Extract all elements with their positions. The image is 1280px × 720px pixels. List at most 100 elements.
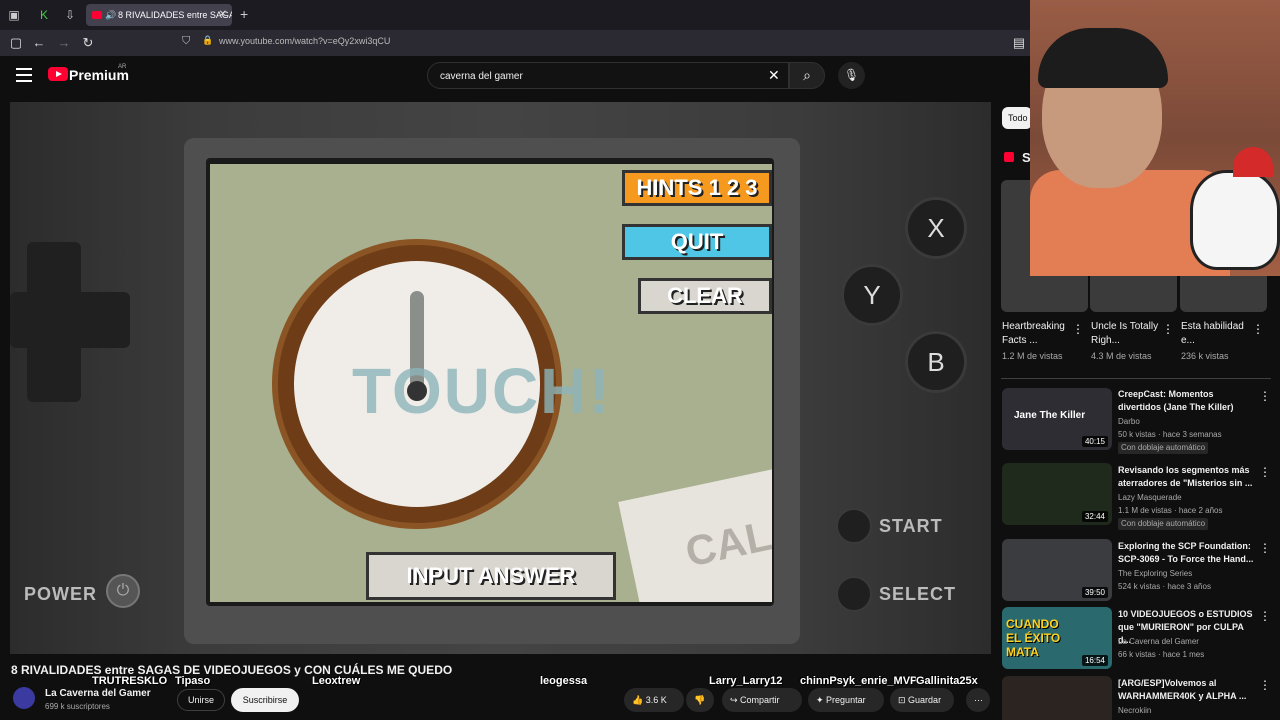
video-duration: 32:44 (1081, 511, 1108, 522)
ask-button[interactable]: ✦ Preguntar (808, 688, 884, 712)
channel-name[interactable]: Lazy Masquerade (1118, 492, 1182, 503)
speaker-icon[interactable]: 🔊 (105, 4, 116, 26)
video-title: 8 RIVALIDADES entre SAGAS DE VIDEOJUEGOS… (11, 663, 453, 677)
more-vert-icon[interactable]: ⋮ (1259, 541, 1271, 555)
y-button: Y (841, 264, 903, 326)
new-tab-button[interactable]: + (240, 6, 248, 22)
shield-icon[interactable]: ⛉ (182, 35, 190, 48)
lock-icon[interactable]: 🔒 (202, 35, 213, 46)
video-thumbnail[interactable]: 32:44 (1002, 463, 1112, 525)
tab-list-icon[interactable]: ▣ (6, 7, 22, 23)
search-icon: ⌕ (803, 67, 811, 83)
clear-button: CLEAR (638, 278, 772, 314)
more-vert-icon[interactable]: ⋮ (1162, 322, 1174, 336)
video-thumbnail[interactable]: 39:50 (1002, 539, 1112, 601)
touch-prompt: TOUCH! (352, 355, 612, 427)
region-code: AR (118, 64, 127, 70)
youtube-logo-icon[interactable] (48, 67, 68, 81)
video-duration: 39:50 (1081, 587, 1108, 598)
sidebar-toggle-icon[interactable]: ▢ (7, 34, 25, 52)
short-title[interactable]: Esta habilidad e... (1181, 320, 1253, 348)
memo-paper: CAL (618, 468, 772, 602)
ask-label: Preguntar (826, 695, 866, 705)
video-meta: 1.1 M de vistas · hace 2 años (1118, 506, 1223, 515)
video-thumbnail[interactable]: CUANDO EL ÉXITO MATA 16:54 (1002, 607, 1112, 669)
download-icon[interactable]: ⇩ (62, 7, 78, 23)
cat-mascot (1190, 147, 1280, 270)
hints-button: HINTS 1 2 3 (622, 170, 772, 206)
close-tab-icon[interactable]: ✕ (219, 4, 227, 26)
sparkle-icon: ✦ (816, 695, 827, 705)
video-thumbnail[interactable] (1002, 676, 1112, 720)
youtube-favicon-icon (92, 11, 102, 19)
short-views: 4.3 M de vistas (1091, 351, 1152, 361)
santa-hat (1233, 147, 1273, 177)
save-button[interactable]: ⊡ Guardar (890, 688, 954, 712)
channel-name[interactable]: The Exploring Series (1118, 568, 1192, 579)
subscribe-button[interactable]: Suscribirse (231, 688, 299, 712)
clear-search-icon[interactable]: ✕ (768, 67, 780, 84)
video-title-link[interactable]: Exploring the SCP Foundation: SCP-3069 -… (1118, 540, 1254, 566)
video-title-link[interactable]: [ARG/ESP]Volvemos al WARHAMMER40K y ALPH… (1118, 677, 1254, 703)
more-vert-icon[interactable]: ⋮ (1252, 322, 1264, 336)
channel-name[interactable]: La Caverna del Gamer (1118, 636, 1199, 647)
active-tab[interactable]: 🔊 8 RIVALIDADES entre SAGAS ✕ (86, 4, 232, 26)
thumbnail-text: CUANDO EL ÉXITO MATA (1006, 617, 1061, 659)
channel-name[interactable]: Necrokiin (1118, 705, 1151, 716)
forward-button[interactable]: → (55, 34, 73, 52)
input-answer-button: INPUT ANSWER (366, 552, 616, 600)
thumbs-up-icon: 👍 (632, 695, 646, 705)
join-button[interactable]: Unirse (177, 689, 225, 711)
overlay-username: Gallinita25x (916, 675, 978, 687)
more-vert-icon[interactable]: ⋮ (1259, 678, 1271, 692)
thumbs-down-icon: 👎 (694, 695, 706, 705)
reader-view-icon[interactable]: ▤ (1010, 34, 1028, 52)
video-meta: 524 k vistas · hace 3 años (1118, 582, 1211, 591)
overlay-username: chinnPsyk_enrie_MVP (800, 675, 918, 687)
select-button (836, 576, 872, 612)
more-actions-button[interactable]: ⋯ (966, 688, 990, 712)
more-vert-icon[interactable]: ⋮ (1259, 389, 1271, 403)
video-player[interactable]: TOUCH! HINTS 1 2 3 QUIT CLEAR CAL INPUT … (10, 102, 991, 654)
video-duration: 16:54 (1081, 655, 1108, 666)
like-button[interactable]: 👍 3.6 K (624, 688, 684, 712)
video-thumbnail[interactable]: Jane The Killer 40:15 (1002, 388, 1112, 450)
overlay-username: TRUTRESKLO (92, 675, 168, 687)
channel-avatar[interactable] (13, 687, 35, 709)
share-button[interactable]: ↪ Compartir (722, 688, 802, 712)
short-views: 1.2 M de vistas (1002, 351, 1063, 361)
video-meta: 66 k vistas · hace 1 mes (1118, 650, 1205, 659)
save-label: Guardar (908, 695, 942, 705)
select-label: SELECT (879, 584, 957, 604)
back-button[interactable]: ← (30, 34, 48, 52)
video-title-link[interactable]: Revisando los segmentos más aterradores … (1118, 464, 1254, 490)
more-vert-icon[interactable]: ⋮ (1259, 465, 1271, 479)
more-vert-icon[interactable]: ⋮ (1072, 322, 1084, 336)
search-input[interactable] (440, 68, 740, 84)
thumbnail-text: Jane The Killer (1014, 410, 1086, 421)
more-vert-icon[interactable]: ⋮ (1259, 609, 1271, 623)
auto-dub-badge: Con doblaje automático (1118, 518, 1209, 530)
dislike-button[interactable]: 👎 (686, 688, 714, 712)
hamburger-menu-icon[interactable] (16, 68, 32, 82)
power-icon: ⏻ (106, 574, 140, 608)
short-title[interactable]: Heartbreaking Facts ... (1002, 320, 1074, 348)
game-screen: TOUCH! HINTS 1 2 3 QUIT CLEAR CAL INPUT … (210, 164, 772, 602)
search-button[interactable]: ⌕ (789, 62, 825, 89)
shorts-icon (1004, 152, 1014, 162)
reload-button[interactable]: ↻ (79, 34, 97, 52)
short-title[interactable]: Uncle Is Totally Righ... (1091, 320, 1163, 348)
voice-search-button[interactable]: 🎙 (838, 62, 865, 89)
x-button: X (905, 197, 967, 259)
overlay-username: leogessa (540, 675, 588, 687)
video-title-link[interactable]: CreepCast: Momentos divertidos (Jane The… (1118, 388, 1254, 414)
address-bar[interactable]: www.youtube.com/watch?v=eQy2xwi3qCU (219, 36, 390, 46)
filter-chip-all[interactable]: Todo (1002, 107, 1032, 129)
auto-dub-badge: Con doblaje automático (1118, 442, 1209, 454)
b-button: B (905, 331, 967, 393)
channel-name[interactable]: La Caverna del Gamer (45, 688, 151, 699)
search-box[interactable]: ✕ (427, 62, 789, 89)
kick-icon[interactable]: K (36, 7, 52, 23)
channel-name[interactable]: Darbo (1118, 416, 1140, 427)
quit-button: QUIT (622, 224, 772, 260)
